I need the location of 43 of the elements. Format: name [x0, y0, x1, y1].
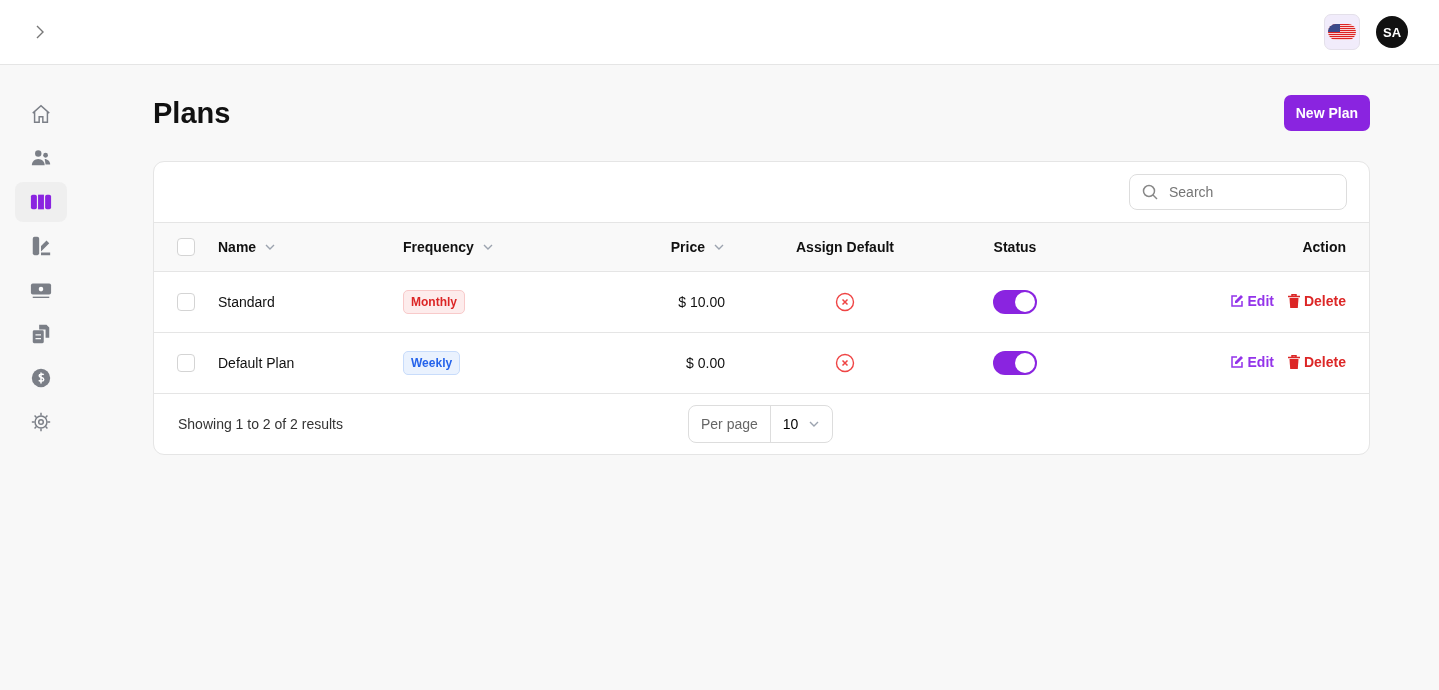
column-header[interactable]: Frequency: [403, 239, 494, 255]
results-summary: Showing 1 to 2 of 2 results: [178, 416, 344, 432]
column-header: Action: [1302, 239, 1346, 255]
plan-name: Standard: [218, 294, 275, 310]
column-header: Assign Default: [796, 239, 894, 255]
dollar-icon[interactable]: [30, 367, 52, 389]
new-plan-button[interactable]: New Plan: [1283, 95, 1370, 131]
row-checkbox[interactable]: [177, 354, 195, 373]
row-checkbox[interactable]: [177, 293, 195, 312]
documents-icon[interactable]: [30, 323, 52, 345]
per-page-label: Per page: [689, 406, 771, 442]
delete-link[interactable]: Delete: [1287, 354, 1346, 370]
swatch-icon[interactable]: [30, 235, 52, 257]
x-circle-icon[interactable]: [835, 353, 855, 373]
column-header[interactable]: Name: [218, 239, 277, 255]
page-title: Plans: [153, 96, 231, 130]
column-header: Status: [993, 239, 1037, 255]
user-avatar[interactable]: SA: [1376, 16, 1408, 48]
language-button[interactable]: [1324, 14, 1360, 50]
search-icon: [1142, 184, 1158, 200]
edit-icon: [1229, 355, 1244, 369]
plan-name: Default Plan: [218, 355, 295, 371]
frequency-badge: Monthly: [403, 290, 465, 314]
trash-icon: [1287, 294, 1300, 308]
price-text: $ 10.00: [678, 294, 725, 310]
settings-icon[interactable]: [30, 411, 52, 433]
sidebar-item-active[interactable]: [15, 182, 67, 222]
trash-icon: [1287, 355, 1300, 369]
price-text: $ 0.00: [686, 355, 725, 371]
per-page-dropdown[interactable]: 10: [770, 406, 833, 442]
status-toggle[interactable]: [993, 351, 1037, 375]
home-icon[interactable]: [30, 103, 52, 125]
edit-link[interactable]: Edit: [1229, 354, 1274, 370]
select-all-checkbox[interactable]: [177, 238, 195, 257]
us-flag-icon: [1328, 24, 1356, 40]
search-field[interactable]: Search: [1129, 174, 1347, 210]
status-toggle[interactable]: [993, 290, 1037, 314]
delete-link[interactable]: Delete: [1287, 293, 1346, 309]
edit-icon: [1229, 294, 1244, 308]
edit-link[interactable]: Edit: [1229, 293, 1274, 309]
frequency-badge: Weekly: [403, 351, 461, 375]
x-circle-icon[interactable]: [835, 292, 855, 312]
column-header[interactable]: Price: [670, 239, 725, 255]
